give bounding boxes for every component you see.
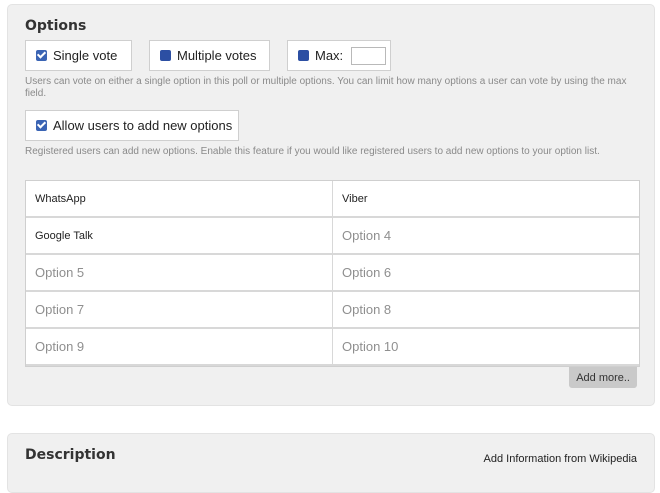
options-panel: Options Single vote Multiple votes Max: …: [7, 4, 655, 406]
max-input[interactable]: [351, 46, 387, 65]
option-input-8[interactable]: Option 8: [333, 292, 639, 327]
option-input-9[interactable]: Option 9: [26, 329, 332, 364]
options-grid: WhatsApp Viber Google Talk Option 4 Opti…: [25, 180, 640, 367]
option-input-3[interactable]: Google Talk: [26, 218, 332, 253]
option-input-2[interactable]: Viber: [333, 181, 639, 216]
single-vote-option[interactable]: Single vote: [25, 40, 132, 71]
single-vote-checkbox-icon[interactable]: [36, 50, 47, 61]
single-vote-label: Single vote: [53, 48, 118, 63]
max-label: Max:: [315, 48, 344, 63]
options-title: Options: [25, 18, 87, 34]
allow-add-checkbox-icon[interactable]: [36, 120, 47, 131]
add-wikipedia-link[interactable]: Add Information from Wikipedia: [484, 453, 637, 465]
allow-add-options[interactable]: Allow users to add new options: [25, 110, 239, 141]
vote-help-text: Users can vote on either a single option…: [25, 76, 627, 99]
option-input-1[interactable]: WhatsApp: [26, 181, 332, 216]
multiple-votes-label: Multiple votes: [177, 48, 257, 63]
add-more-button[interactable]: Add more..: [569, 367, 637, 388]
option-input-4[interactable]: Option 4: [333, 218, 639, 253]
description-panel: Description Add Information from Wikiped…: [7, 433, 655, 493]
multiple-votes-option[interactable]: Multiple votes: [149, 40, 270, 71]
max-option[interactable]: Max:: [287, 40, 391, 71]
multiple-votes-radio-icon[interactable]: [160, 50, 171, 61]
allow-add-help-text: Registered users can add new options. En…: [25, 146, 600, 157]
max-radio-icon[interactable]: [298, 50, 309, 61]
option-input-10[interactable]: Option 10: [333, 329, 639, 364]
allow-add-label: Allow users to add new options: [53, 118, 233, 133]
option-input-5[interactable]: Option 5: [26, 255, 332, 290]
option-input-6[interactable]: Option 6: [333, 255, 639, 290]
option-input-7[interactable]: Option 7: [26, 292, 332, 327]
description-title: Description: [25, 447, 116, 463]
